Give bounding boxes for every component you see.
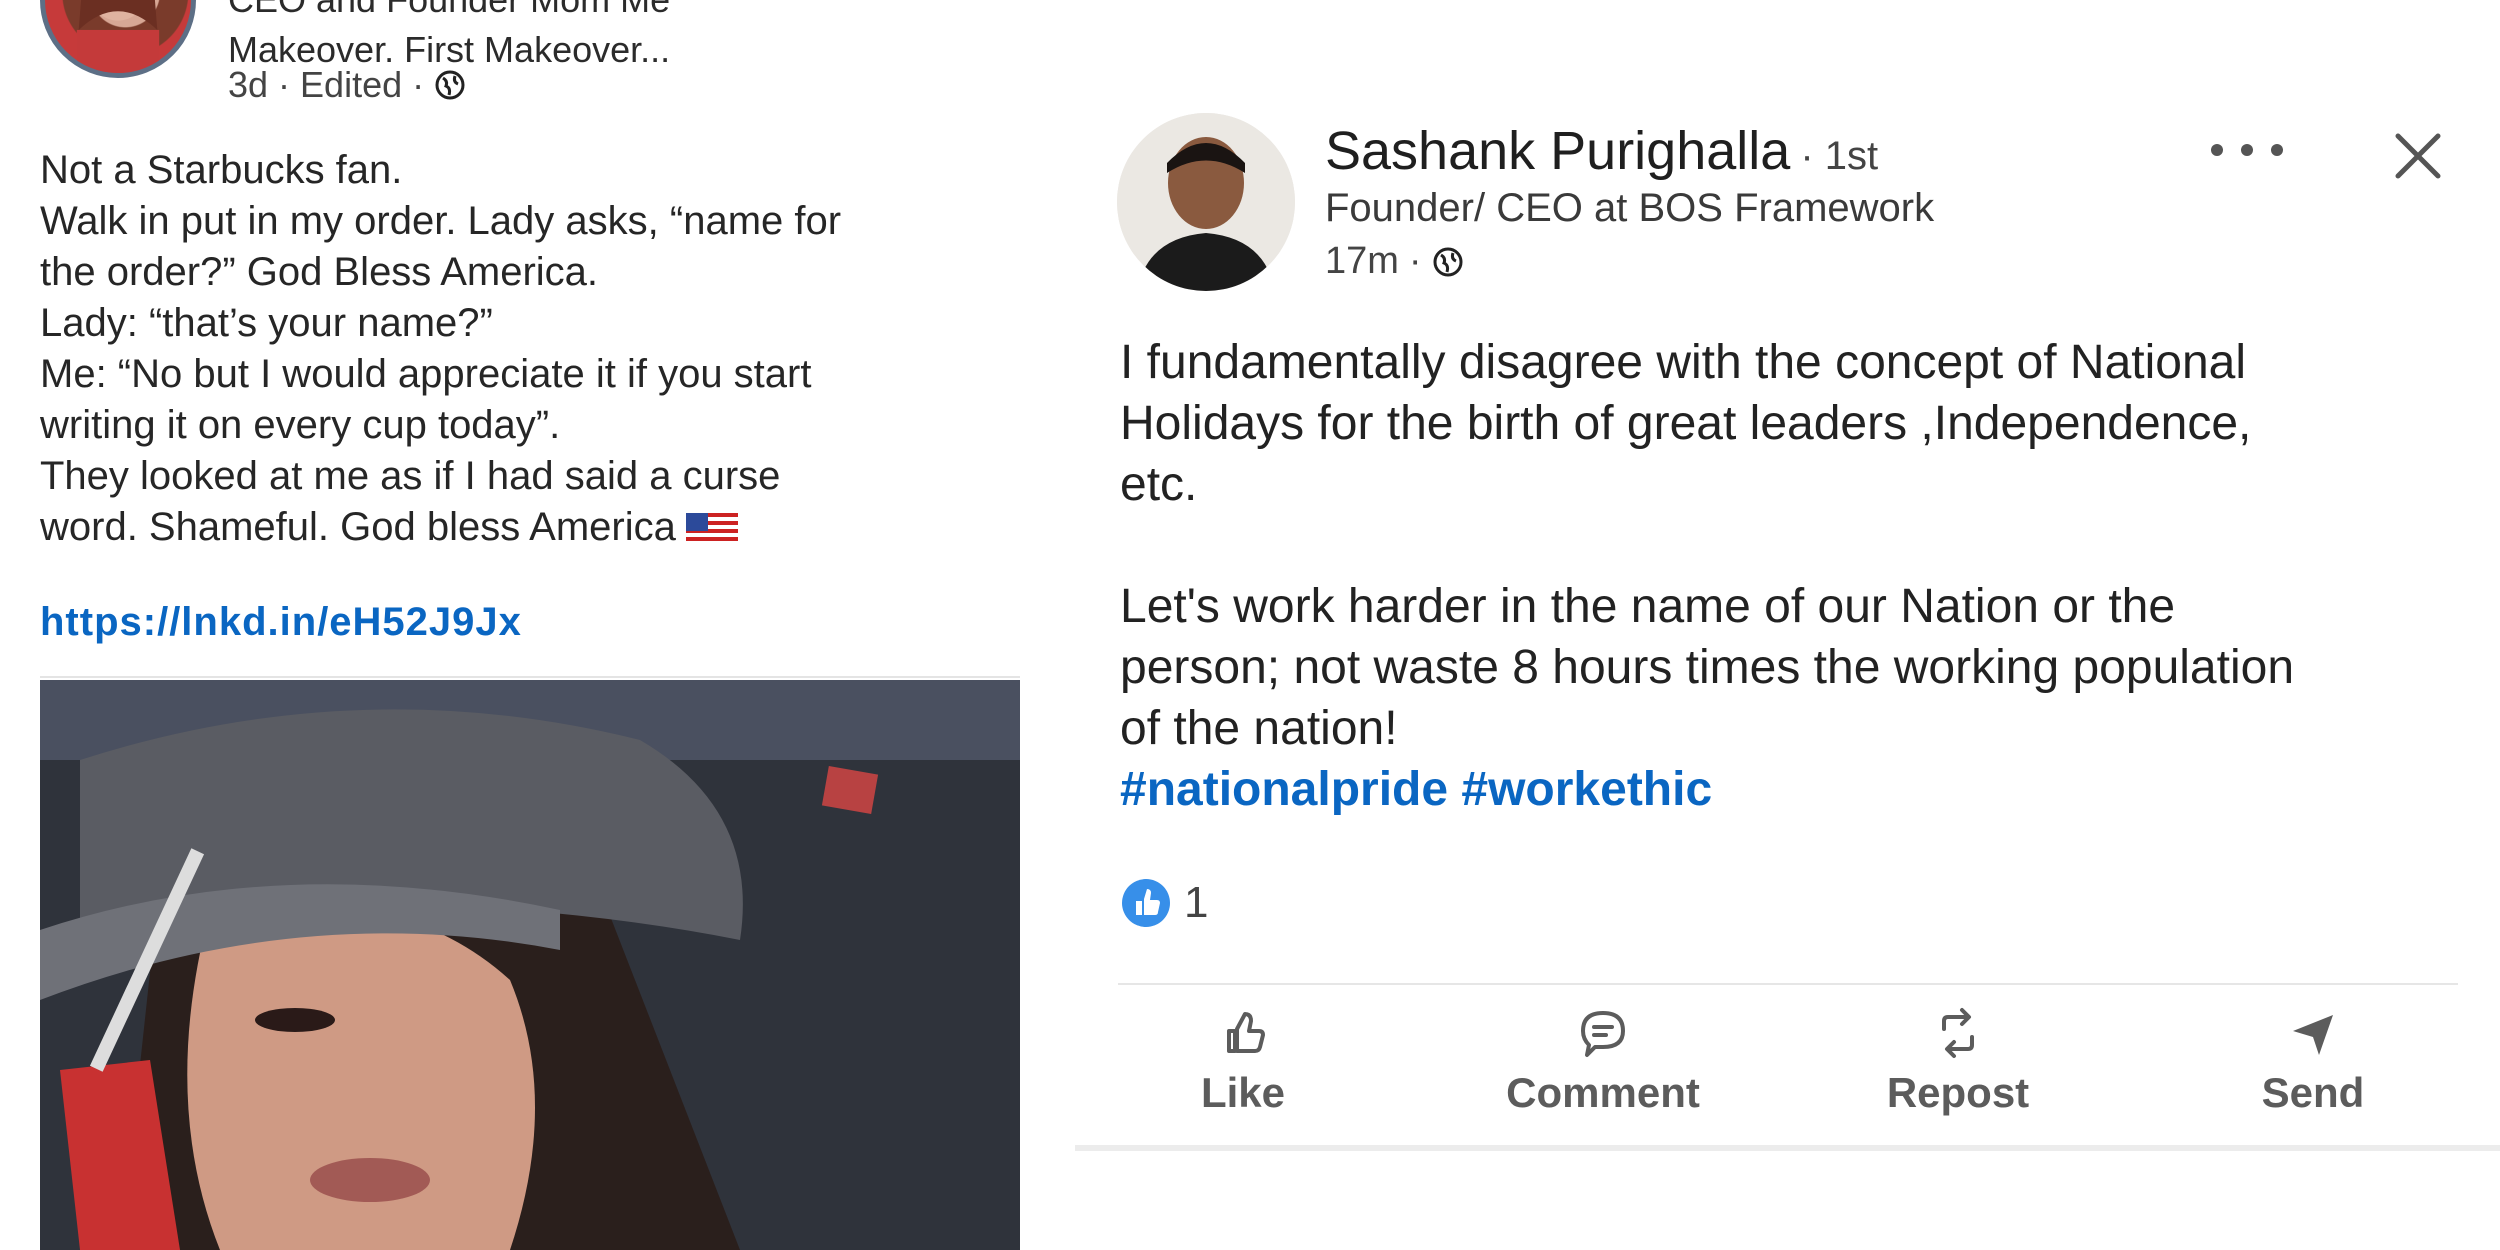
globe-icon — [435, 70, 465, 100]
actions-divider — [1118, 983, 2458, 985]
more-options-icon[interactable] — [2205, 130, 2289, 170]
close-icon[interactable] — [2390, 128, 2446, 184]
right-author-name[interactable]: Sashank Purighalla · 1st — [1325, 120, 1878, 182]
like-button[interactable]: Like — [1118, 1005, 1368, 1117]
left-author-avatar[interactable] — [40, 0, 196, 78]
repost-button[interactable]: Repost — [1833, 1005, 2083, 1117]
left-divider — [40, 676, 1020, 678]
right-post-body: I fundamentally disagree with the concep… — [1120, 332, 2460, 820]
left-post-meta: 3d · Edited · — [228, 64, 466, 106]
left-post-time: 3d — [228, 64, 269, 105]
right-author-headline: Founder/ CEO at BOS Framework — [1325, 186, 1935, 230]
thumbs-up-icon — [1227, 1012, 1265, 1053]
repost-icon — [1942, 1008, 1974, 1058]
reactions-summary[interactable]: 1 — [1120, 877, 1208, 929]
bottom-separator — [1075, 1145, 2500, 1151]
right-post-time: 17m — [1325, 240, 1399, 282]
left-post-body: Not a Starbucks fan. Walk in put in my o… — [40, 148, 842, 549]
globe-icon — [1433, 247, 1463, 276]
left-post-photo[interactable] — [40, 680, 1020, 1250]
right-author-avatar[interactable] — [1117, 113, 1295, 291]
reaction-count: 1 — [1184, 878, 1209, 927]
send-icon — [2293, 1015, 2333, 1055]
right-post-meta: 17m · — [1325, 240, 1464, 283]
send-button[interactable]: Send — [2188, 1005, 2438, 1117]
like-reaction-icon — [1122, 879, 1170, 927]
connection-degree: · 1st — [1800, 134, 1879, 178]
comment-icon — [1581, 1011, 1625, 1057]
post-actions-bar: Like Comment Repost Send — [1118, 1005, 2498, 1125]
us-flag-icon — [685, 513, 738, 546]
comment-button[interactable]: Comment — [1478, 1005, 1728, 1117]
hashtags[interactable]: #nationalpride #workethic — [1120, 759, 2460, 820]
left-post-edited: Edited — [300, 64, 403, 105]
left-post-link[interactable]: https://lnkd.in/eH52J9Jx — [40, 600, 522, 645]
